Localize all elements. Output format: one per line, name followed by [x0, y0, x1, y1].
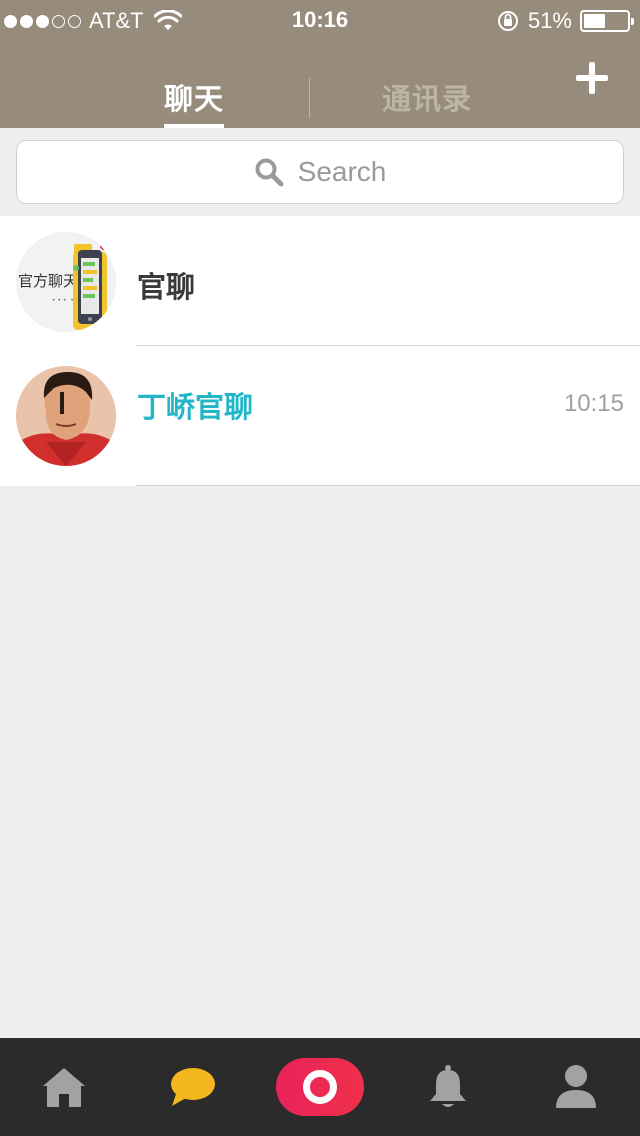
battery-icon: [580, 10, 634, 32]
tab-home[interactable]: [0, 1038, 128, 1136]
chat-timestamp: 10:15: [563, 390, 624, 417]
tab-notifications[interactable]: [384, 1038, 512, 1136]
user-avatar: [16, 366, 116, 466]
orientation-lock-icon: [497, 11, 518, 31]
tab-contacts[interactable]: 通讯录: [382, 76, 472, 118]
tab-profile[interactable]: [512, 1038, 640, 1136]
official-chat-avatar: 官方聊天 • • • • • •: [16, 232, 116, 332]
plus-icon[interactable]: [574, 60, 610, 96]
message-bubble-icon: [171, 1068, 215, 1106]
camera-button[interactable]: [276, 1058, 364, 1116]
tab-divider: [309, 78, 310, 118]
search-input[interactable]: Search: [16, 140, 624, 204]
tab-chats[interactable]: 聊天: [164, 76, 224, 118]
chat-name: 官聊: [137, 272, 196, 304]
bell-icon: [430, 1065, 466, 1107]
tab-messages[interactable]: [128, 1038, 256, 1136]
home-icon: [43, 1068, 85, 1107]
list-item[interactable]: 官方聊天 • • • • • • 官聊: [0, 216, 640, 346]
search-icon: [255, 158, 284, 187]
chat-name: 丁峤官聊: [137, 392, 254, 424]
battery-percent: 51%: [527, 8, 572, 33]
camera-icon: [303, 1070, 337, 1104]
chat-list: 官方聊天 • • • • • • 官聊 丁峤官聊 10:15: [0, 216, 640, 486]
search-area: Search: [0, 128, 640, 216]
status-right: 51%: [496, 8, 634, 34]
list-item[interactable]: 丁峤官聊 10:15: [0, 346, 640, 486]
status-bar: AT&T 10:16 51%: [0, 0, 640, 40]
bottom-tab-bar: [0, 1038, 640, 1136]
nav-bar: 聊天 通讯录: [0, 40, 640, 128]
avatar-logo-text: 官方聊天: [18, 272, 78, 290]
tab-camera[interactable]: [256, 1038, 384, 1136]
person-icon: [556, 1065, 596, 1108]
row-separator: [136, 485, 640, 486]
battery-fill: [584, 14, 605, 28]
search-placeholder: Search: [297, 156, 387, 187]
